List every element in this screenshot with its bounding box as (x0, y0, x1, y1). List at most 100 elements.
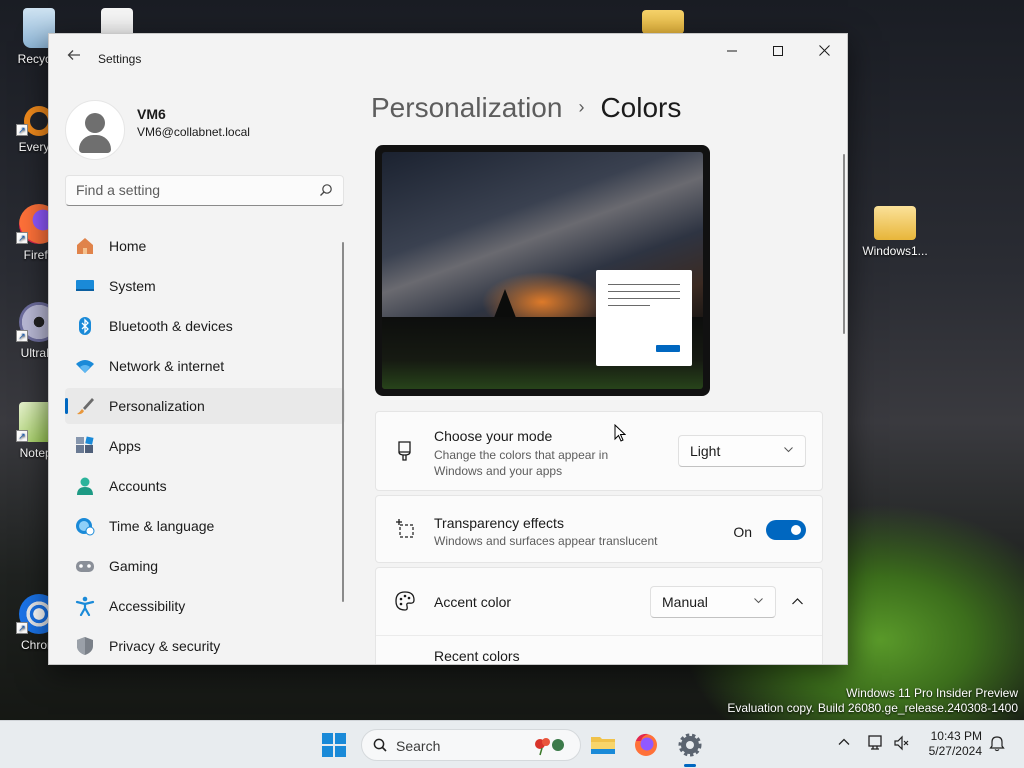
accent-color-title: Accent color (434, 594, 512, 610)
folder-icon (642, 10, 684, 34)
sidebar-item-system[interactable]: System (65, 268, 345, 304)
sidebar-item-apps[interactable]: Apps (65, 428, 345, 464)
accent-sample-button (656, 345, 680, 352)
chevron-down-icon (754, 587, 763, 617)
taskbar-search-box[interactable]: Search (361, 729, 581, 761)
breadcrumb-parent-link[interactable]: Personalization (371, 92, 562, 123)
speaker-muted-icon (894, 735, 909, 751)
clock-date: 5/27/2024 (928, 744, 982, 758)
breadcrumb-separator: › (578, 97, 585, 117)
sidebar-item-label: System (109, 278, 156, 294)
sidebar-item-gaming[interactable]: Gaming (65, 548, 345, 584)
paint-bucket-icon (398, 441, 411, 461)
mouse-cursor-icon (614, 424, 626, 442)
chevron-down-icon (784, 436, 793, 466)
wallpaper-preview-image (382, 152, 703, 389)
choose-mode-card: Choose your mode Change the colors that … (375, 411, 823, 491)
desktop-icon-label: Windows1... (862, 244, 928, 258)
search-highlight-flowers-icon (535, 738, 564, 756)
content-scrollbar[interactable] (843, 154, 845, 334)
sidebar-item-label: Bluetooth & devices (109, 318, 233, 334)
back-arrow-icon[interactable] (63, 48, 85, 70)
transparency-description: Windows and surfaces appear translucent (434, 534, 658, 548)
sidebar-item-time-language[interactable]: Time & language (65, 508, 345, 544)
settings-window: Settings VM6 VM6@collabnet.local Home (48, 33, 848, 665)
wifi-icon (75, 356, 95, 376)
sidebar-item-label: Network & internet (109, 358, 225, 374)
sample-window-preview (596, 270, 692, 366)
shortcut-arrow-icon: ↗ (16, 232, 28, 244)
sidebar-item-personalization[interactable]: Personalization (65, 388, 345, 424)
search-icon (373, 738, 387, 752)
sidebar-item-label: Apps (109, 438, 141, 454)
transparency-sparkle-icon (396, 519, 414, 538)
transparency-title: Transparency effects (434, 515, 564, 531)
collapse-accent-button[interactable] (786, 590, 808, 612)
transparency-card: Transparency effects Windows and surface… (375, 495, 823, 563)
mode-dropdown[interactable]: Light (678, 435, 806, 467)
sidebar-item-bluetooth[interactable]: Bluetooth & devices (65, 308, 345, 344)
evaluation-watermark: Windows 11 Pro Insider Preview Evaluatio… (727, 686, 1018, 716)
app-title: Settings (98, 52, 142, 66)
close-icon (818, 45, 830, 56)
avatar (65, 100, 125, 160)
start-button[interactable] (322, 733, 346, 757)
sidebar-item-label: Home (109, 238, 147, 254)
network-ethernet-icon (868, 735, 882, 750)
network-status-button[interactable] (867, 734, 885, 755)
notifications-button[interactable] (988, 734, 1006, 755)
user-profile[interactable]: VM6 VM6@collabnet.local (65, 100, 355, 160)
sidebar-item-accounts[interactable]: Accounts (65, 468, 345, 504)
search-icon[interactable] (319, 183, 333, 197)
mode-description-line-2: Windows and your apps (434, 464, 563, 478)
palette-icon (395, 591, 415, 611)
show-hidden-icons-button[interactable] (837, 735, 851, 752)
sidebar-item-home[interactable]: Home (65, 228, 345, 264)
mode-title: Choose your mode (434, 428, 553, 444)
folder-icon (874, 206, 916, 240)
accent-dropdown-value: Manual (662, 594, 708, 610)
sidebar-item-label: Gaming (109, 558, 159, 574)
search-input[interactable] (76, 182, 306, 198)
globe-clock-icon (75, 516, 95, 536)
shortcut-arrow-icon: ↗ (16, 622, 28, 634)
mode-description-line-1: Change the colors that appear in (434, 448, 609, 462)
windows-logo-icon (322, 733, 346, 757)
transparency-toggle[interactable] (766, 520, 806, 540)
transparency-state-label: On (733, 524, 752, 540)
taskbar-firefox[interactable] (630, 729, 662, 761)
sidebar-item-accessibility[interactable]: Accessibility (65, 588, 345, 624)
find-setting-search[interactable] (65, 175, 344, 206)
close-button[interactable] (801, 36, 847, 66)
taskbar-file-explorer[interactable] (587, 729, 619, 761)
minimize-icon (727, 50, 737, 52)
sidebar-item-label: Personalization (109, 398, 205, 414)
accessibility-icon (75, 596, 95, 616)
volume-button[interactable] (893, 734, 911, 755)
accent-color-dropdown[interactable]: Manual (650, 586, 776, 618)
chevron-up-icon (838, 738, 850, 745)
system-display-icon (75, 276, 95, 296)
paintbrush-icon (75, 396, 95, 416)
desktop-icon-windows-folder[interactable]: Windows1... (860, 206, 930, 258)
title-bar[interactable]: Settings (49, 34, 847, 82)
accent-color-card: Accent color Manual Recent colors (375, 567, 823, 664)
taskbar-clock[interactable]: 10:43 PM 5/27/2024 (926, 729, 982, 759)
taskbar: Search 10:43 PM 5/27/2024 (0, 720, 1024, 768)
sidebar-item-network[interactable]: Network & internet (65, 348, 345, 384)
sidebar-item-label: Privacy & security (109, 638, 221, 654)
watermark-line-1: Windows 11 Pro Insider Preview (846, 686, 1018, 700)
sidebar-item-label: Accessibility (109, 598, 186, 614)
sidebar-item-label: Accounts (109, 478, 167, 494)
firefox-icon (635, 733, 657, 756)
sidebar-scrollbar[interactable] (342, 242, 344, 602)
user-name: VM6 (137, 106, 166, 122)
accounts-icon (75, 476, 95, 496)
minimize-button[interactable] (709, 36, 755, 66)
taskbar-settings[interactable] (674, 729, 706, 767)
maximize-button[interactable] (755, 36, 801, 66)
sidebar-item-privacy-security[interactable]: Privacy & security (65, 628, 345, 664)
mode-dropdown-value: Light (690, 443, 721, 459)
gear-icon (678, 733, 702, 757)
folder-icon (591, 737, 615, 754)
